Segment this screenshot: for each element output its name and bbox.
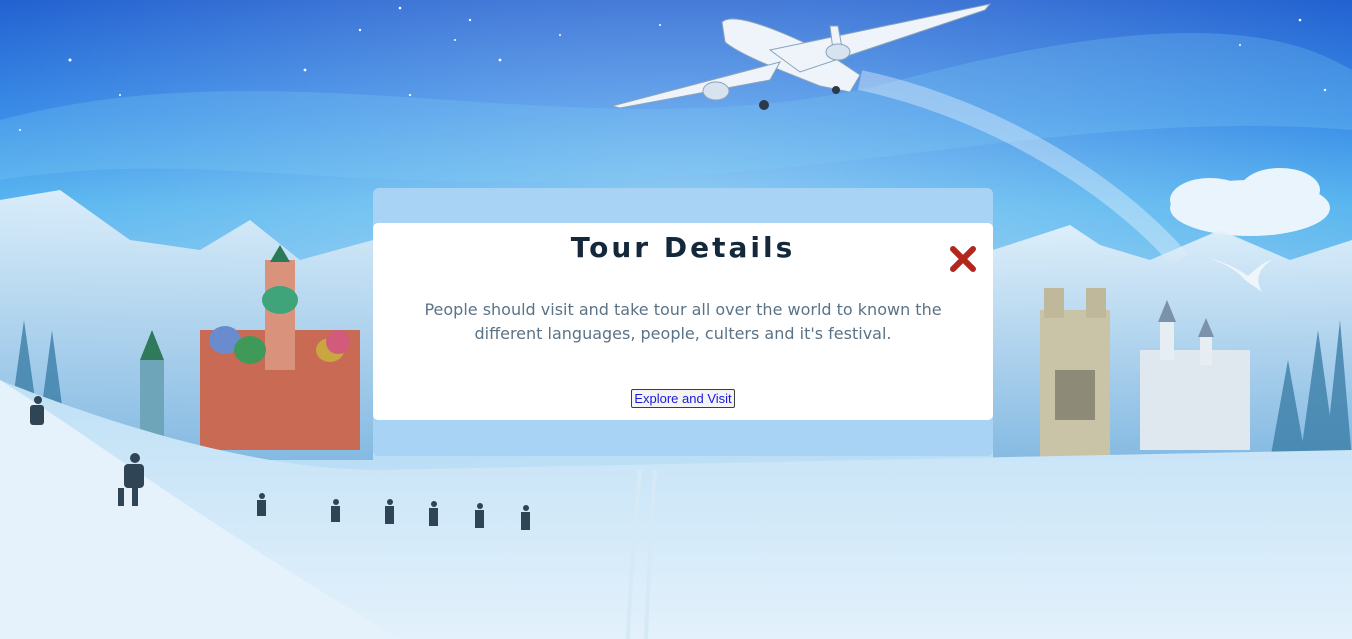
abbey-right <box>1040 288 1110 460</box>
explore-and-visit-button[interactable]: Explore and Visit <box>631 389 735 408</box>
modal-title: Tour Details <box>570 231 796 264</box>
modal-description: People should visit and take tour all ov… <box>424 300 942 343</box>
close-icon[interactable] <box>948 244 978 274</box>
